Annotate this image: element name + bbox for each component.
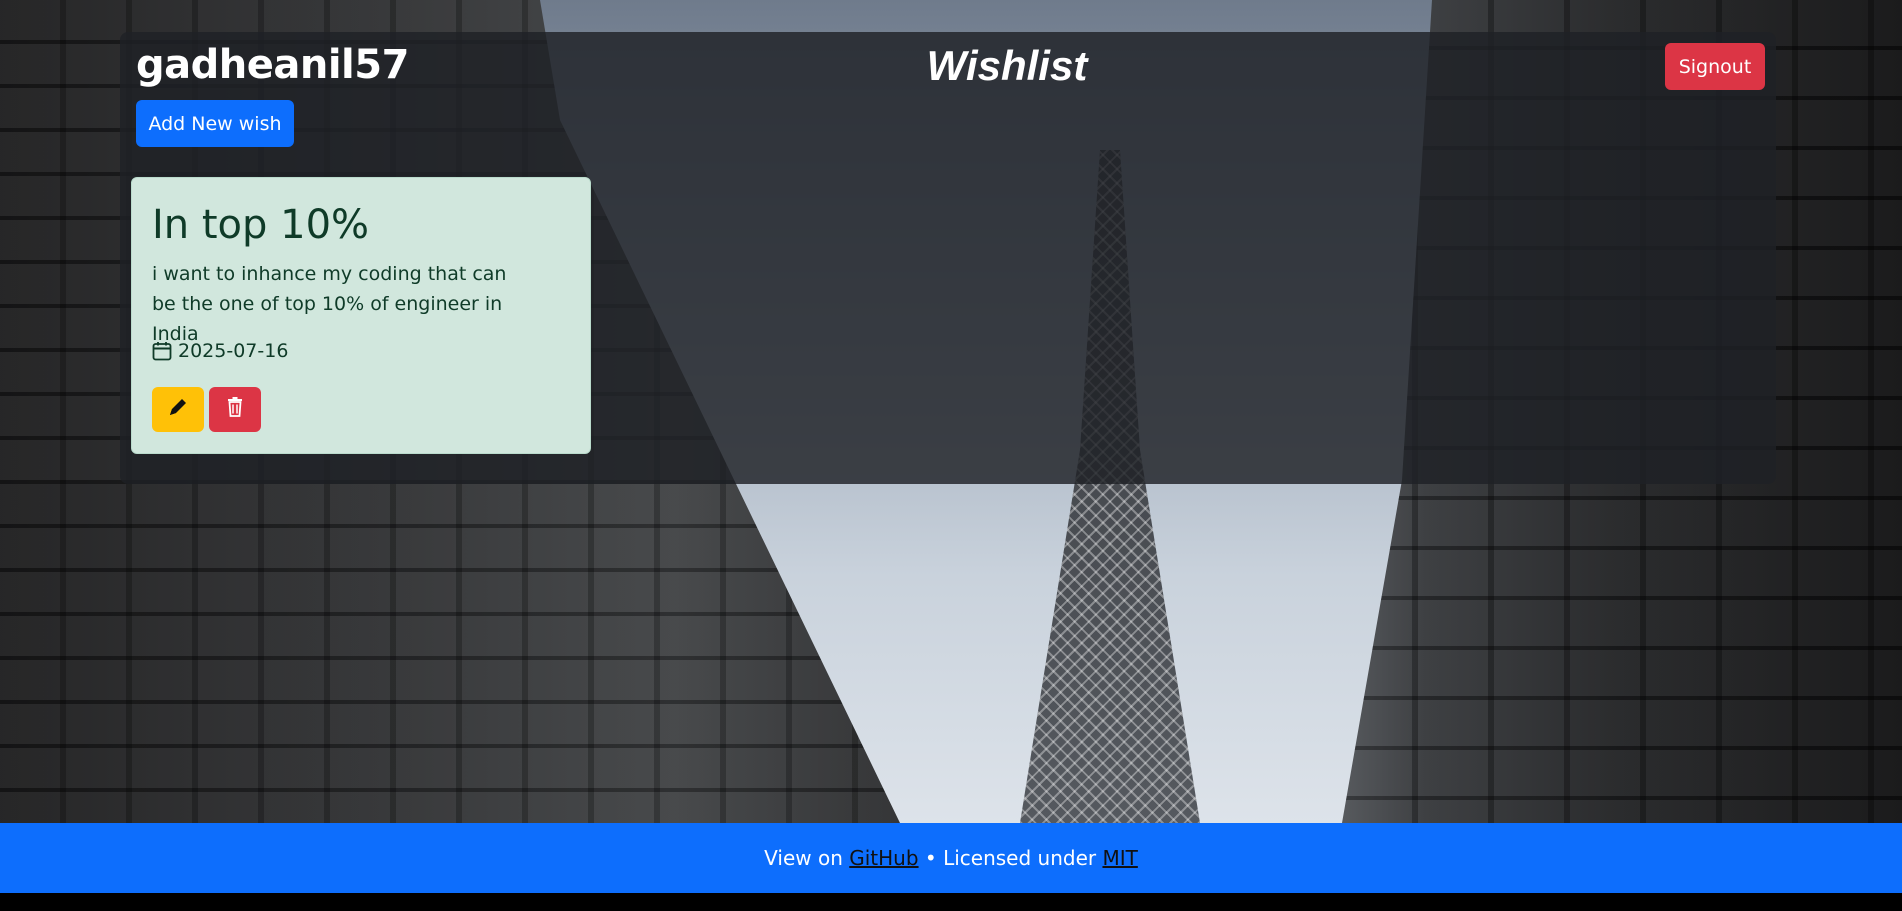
- app-title: Wishlist: [926, 42, 1088, 89]
- github-link[interactable]: GitHub: [849, 846, 918, 870]
- trash-icon: [225, 396, 245, 423]
- calendar-icon: [152, 341, 172, 361]
- add-wish-button[interactable]: Add New wish: [136, 100, 294, 147]
- signout-button[interactable]: Signout: [1665, 43, 1765, 90]
- pencil-icon: [167, 396, 189, 423]
- wish-card: In top 10% i want to inhance my coding t…: [131, 177, 591, 454]
- footer-prefix: View on: [764, 846, 850, 870]
- wish-date-text: 2025-07-16: [178, 340, 289, 362]
- wish-description: i want to inhance my coding that can be …: [152, 263, 507, 345]
- bottom-strip: [0, 893, 1902, 911]
- footer-separator: • Licensed under: [918, 846, 1103, 870]
- license-link[interactable]: MIT: [1102, 846, 1137, 870]
- wish-title: In top 10%: [152, 202, 370, 248]
- edit-wish-button[interactable]: [152, 387, 204, 432]
- delete-wish-button[interactable]: [209, 387, 261, 432]
- wish-date: 2025-07-16: [152, 340, 288, 362]
- footer: View on GitHub • Licensed under MIT: [0, 823, 1902, 893]
